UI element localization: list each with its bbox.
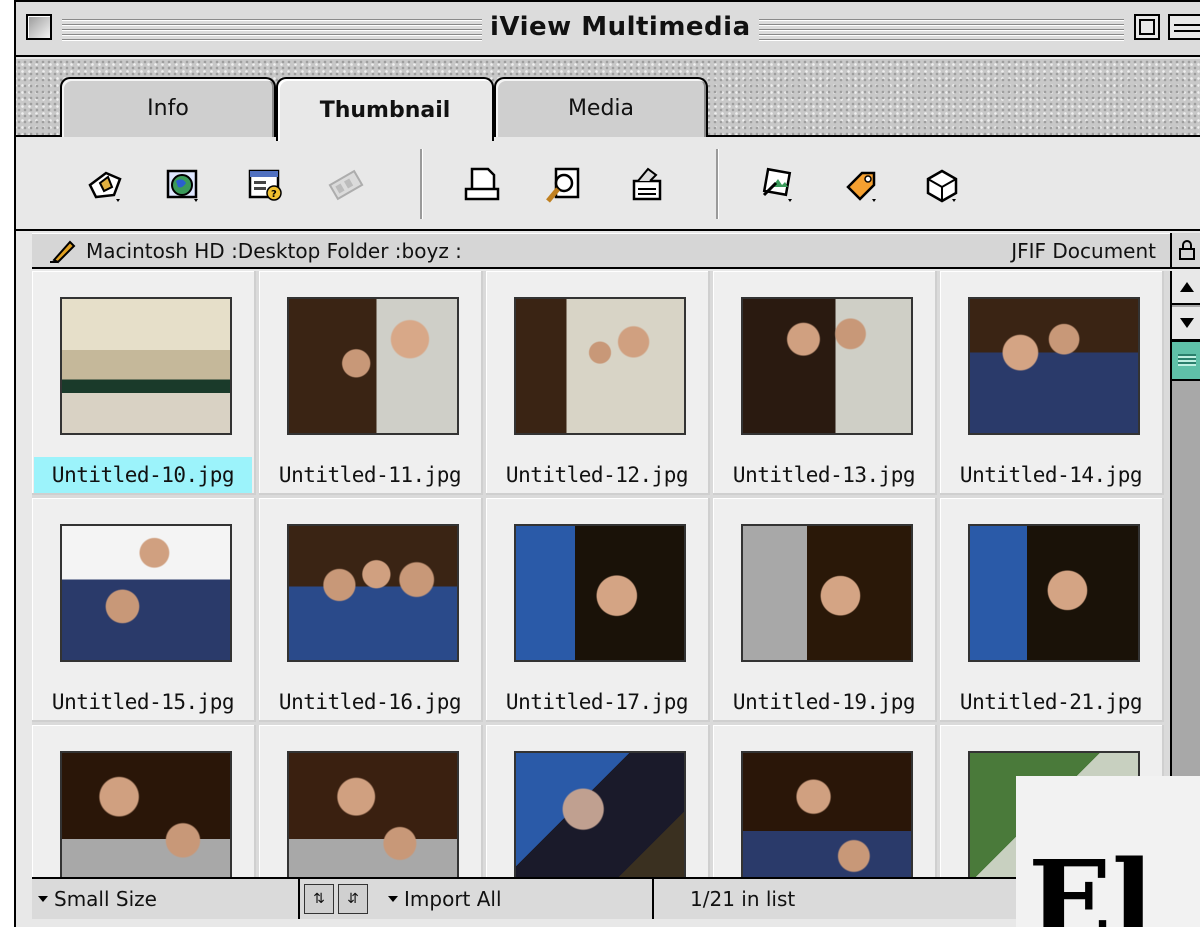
document-type: JFIF Document <box>1011 239 1156 263</box>
set-icon-icon[interactable] <box>86 165 126 205</box>
web-export-icon[interactable] <box>164 165 204 205</box>
tab-info[interactable]: Info <box>60 77 276 137</box>
scroll-up-arrow-icon[interactable] <box>1172 271 1200 305</box>
count-label: 1/21 in list <box>690 887 796 911</box>
zoom-box[interactable] <box>1134 14 1160 40</box>
tab-thumbnail[interactable]: Thumbnail <box>276 77 494 141</box>
thumbnail-cell[interactable]: Untitled-19.jpg <box>713 498 937 722</box>
open-app-icon[interactable] <box>626 165 666 205</box>
chevron-down-icon <box>388 896 398 902</box>
import-icon[interactable] <box>758 165 798 205</box>
chevron-down-icon <box>38 896 48 902</box>
sort-descending-icon[interactable]: ⇵ <box>338 884 368 914</box>
overlay-text: El <box>1028 836 1154 927</box>
thumbnail-filename[interactable]: Untitled-14.jpg <box>940 457 1162 493</box>
window-title: iView Multimedia <box>482 12 759 42</box>
collapse-box[interactable] <box>1168 14 1200 40</box>
size-label: Small Size <box>54 887 157 911</box>
scroll-thumb[interactable] <box>1172 341 1200 381</box>
script-icon[interactable] <box>922 165 962 205</box>
toolbar: ? <box>16 139 1200 231</box>
sort-buttons: ⇅ ⇵ <box>300 879 390 919</box>
close-box[interactable] <box>26 14 52 40</box>
list-count: 1/21 in list <box>656 879 1036 919</box>
thumbnail-cell[interactable]: Untitled-12.jpg <box>486 271 710 495</box>
toolbar-separator <box>420 149 423 219</box>
print-icon[interactable] <box>462 165 502 205</box>
scroll-down-arrow-icon[interactable] <box>1172 307 1200 341</box>
thumbnail-image[interactable] <box>60 297 232 435</box>
thumbnail-cell[interactable]: Untitled-11.jpg <box>259 271 483 495</box>
thumbnail-filename[interactable]: Untitled-13.jpg <box>713 457 935 493</box>
size-popup[interactable]: Small Size <box>32 879 300 919</box>
thumbnail-filename[interactable]: Untitled-15.jpg <box>32 684 254 720</box>
label-icon[interactable] <box>842 165 882 205</box>
thumbnail-filename[interactable]: Untitled-12.jpg <box>486 457 708 493</box>
toolbar-separator <box>716 149 719 219</box>
svg-text:?: ? <box>271 189 277 200</box>
thumbnail-cell[interactable]: Untitled-15.jpg <box>32 498 256 722</box>
thumbnail-cell[interactable]: Untitled-10.jpg <box>32 271 256 495</box>
thumbnail-cell[interactable]: Untitled-17.jpg <box>486 498 710 722</box>
import-popup[interactable]: Import All <box>382 879 654 919</box>
tab-media[interactable]: Media <box>494 77 708 137</box>
thumbnail-filename[interactable]: Untitled-11.jpg <box>259 457 481 493</box>
tab-strip: Info Thumbnail Media <box>16 59 1200 141</box>
thumbnail-filename[interactable]: Untitled-16.jpg <box>259 684 481 720</box>
thumbnail-cell[interactable]: Untitled-16.jpg <box>259 498 483 722</box>
pencil-icon <box>50 240 76 263</box>
folder-path: Macintosh HD :Desktop Folder :boyz : <box>86 238 462 263</box>
sort-ascending-icon[interactable]: ⇅ <box>304 884 334 914</box>
path-bar: Macintosh HD :Desktop Folder :boyz : JFI… <box>32 233 1184 269</box>
thumbnail-filename[interactable]: Untitled-21.jpg <box>940 684 1162 720</box>
overlay-fragment: El <box>1016 776 1200 927</box>
thumbnail-cell[interactable]: Untitled-14.jpg <box>940 271 1164 495</box>
status-bar: Small Size ⇅ ⇵ Import All 1/21 in list <box>32 877 1170 919</box>
slideshow-icon[interactable] <box>326 165 366 205</box>
thumbnail-cell[interactable] <box>259 725 483 877</box>
magnify-icon[interactable] <box>544 165 584 205</box>
thumbnail-filename[interactable]: Untitled-10.jpg <box>34 457 252 493</box>
thumbnail-filename[interactable]: Untitled-19.jpg <box>713 684 935 720</box>
thumbnail-grid: Untitled-10.jpg Untitled-11.jpg Untitled… <box>32 271 1170 877</box>
thumbnail-cell[interactable] <box>713 725 937 877</box>
thumbnail-cell[interactable] <box>486 725 710 877</box>
thumbnail-cell[interactable]: Untitled-13.jpg <box>713 271 937 495</box>
thumbnail-cell[interactable] <box>32 725 256 877</box>
title-bar[interactable]: iView Multimedia <box>16 2 1200 57</box>
thumbnail-cell[interactable]: Untitled-21.jpg <box>940 498 1164 722</box>
catalog-info-icon[interactable]: ? <box>246 165 286 205</box>
lock-icon[interactable] <box>1170 233 1200 269</box>
thumbnail-filename[interactable]: Untitled-17.jpg <box>486 684 708 720</box>
import-label: Import All <box>404 887 502 911</box>
